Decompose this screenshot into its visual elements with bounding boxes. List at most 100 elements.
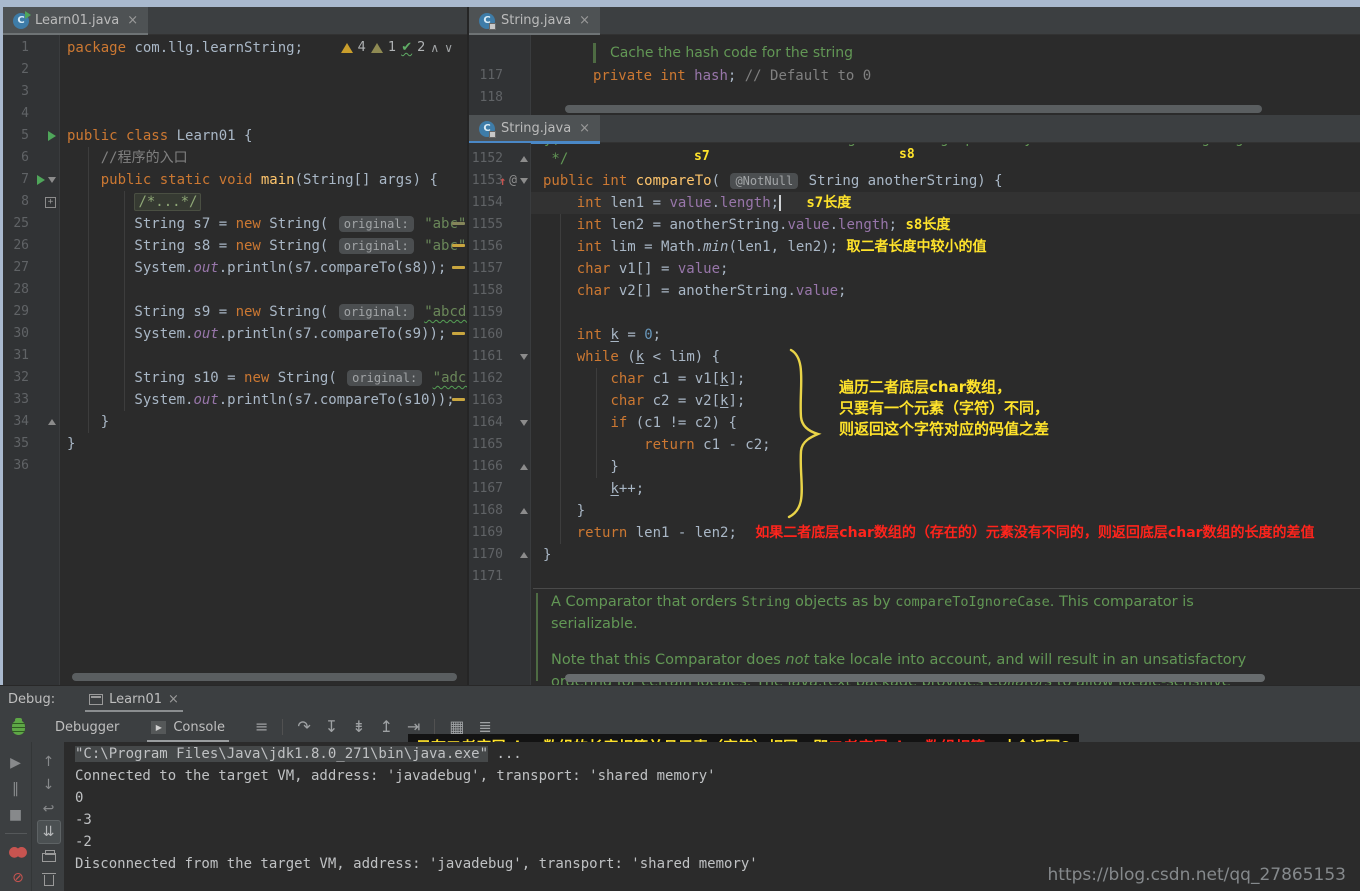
gutter-icons [33, 81, 59, 103]
code-line[interactable]: 32 String s10 = new String( original: "a… [3, 367, 467, 389]
fold-collapse-icon[interactable] [48, 177, 56, 183]
code-line[interactable]: 7 public static void main(String[] args)… [3, 169, 467, 191]
code-line[interactable]: 1167 k++; [469, 478, 1360, 500]
tab-label: Learn01.java [35, 13, 119, 28]
force-step-into-icon[interactable]: ⇟ [352, 719, 365, 735]
scroll-to-end-icon[interactable]: ⇊ [37, 820, 61, 844]
evaluate-expression-icon[interactable]: ▦ [449, 719, 464, 735]
down-stack-icon[interactable]: ↓ [37, 773, 61, 796]
editor-learn01[interactable]: Learn01.java × 1package com.llg.learnStr… [3, 7, 469, 685]
fold-collapse-icon[interactable] [520, 420, 528, 426]
close-icon[interactable]: × [579, 13, 590, 28]
code-line[interactable]: 2 [3, 59, 467, 81]
fold-end-icon[interactable] [520, 464, 528, 470]
code-line[interactable]: 5public class Learn01 { [3, 125, 467, 147]
tab-debugger[interactable]: Debugger [47, 720, 127, 735]
code-line[interactable]: 1153↑@public int compareTo( @NotNull Str… [469, 170, 1360, 192]
code-line[interactable]: 4 [3, 103, 467, 125]
code-line[interactable]: 25 String s7 = new String( original: "ab… [3, 213, 467, 235]
view-breakpoints-icon[interactable]: ●● [4, 839, 28, 865]
run-icon[interactable] [37, 175, 45, 185]
code-line[interactable]: 6 //程序的入口 [3, 147, 467, 169]
editor-string-compareto[interactable]: String.java × y, a value less than 0 if … [469, 115, 1360, 685]
show-execution-point-icon[interactable]: ▶ [4, 750, 28, 776]
code-line[interactable]: 3 [3, 81, 467, 103]
code-line[interactable]: 1166 } [469, 456, 1360, 478]
right-top-tabbar: String.java × [469, 7, 1360, 35]
step-out-icon[interactable]: ↥ [380, 719, 393, 735]
debug-tool-window: Debug: Learn01 × Debugger ▶ Console ≡↷↧⇟… [0, 685, 1360, 891]
next-issue-icon[interactable]: ∨ [444, 41, 453, 55]
code-line[interactable]: 1169 return len1 - len2; 如果二者底层char数组的（存… [469, 522, 1360, 544]
code-line[interactable]: 33 System.out.println(s7.compareTo(s10))… [3, 389, 467, 411]
code-line[interactable]: 1170} [469, 544, 1360, 566]
soft-wrap-icon[interactable]: ↩ [37, 797, 61, 820]
tab-string-java-top[interactable]: String.java × [469, 7, 600, 34]
code-line[interactable]: 30 System.out.println(s7.compareTo(s9)); [3, 323, 467, 345]
code-text: while (k < lim) { [531, 346, 1360, 368]
gutter-icons [509, 258, 531, 280]
run-icon[interactable] [48, 131, 56, 141]
gutter-icons [33, 37, 59, 59]
code-line[interactable]: 8+ /*...*/ [3, 191, 467, 213]
code-line[interactable]: 1158 char v2[] = anotherString.value; [469, 280, 1360, 302]
fold-collapse-icon[interactable] [520, 178, 528, 184]
code-line[interactable]: 1171 [469, 566, 1360, 588]
editor-string-top[interactable]: String.java × Cache the hash code for th… [469, 7, 1360, 115]
fold-end-icon[interactable] [520, 508, 528, 514]
print-icon[interactable] [37, 844, 61, 867]
horizontal-scrollbar[interactable] [72, 673, 457, 681]
code-line[interactable]: 1155 int len2 = anotherString.value.leng… [469, 214, 1360, 236]
run-to-cursor-icon[interactable]: ⇥ [407, 719, 420, 735]
code-line[interactable]: 36 [3, 455, 467, 477]
fold-end-icon[interactable] [520, 156, 528, 162]
code-area[interactable]: 1package com.llg.learnString;2345public … [3, 37, 467, 477]
step-over-icon[interactable]: ↷ [297, 719, 310, 735]
options-menu-icon[interactable]: ≡ [255, 719, 268, 735]
pause-icon[interactable]: ‖ [4, 776, 28, 802]
code-line[interactable]: 26 String s8 = new String( original: "ab… [3, 235, 467, 257]
line-number: 1155 [469, 214, 509, 236]
fold-collapse-icon[interactable] [520, 354, 528, 360]
tab-string-java-bottom[interactable]: String.java × [469, 115, 600, 142]
close-icon[interactable]: × [579, 121, 590, 136]
debug-session-tab[interactable]: Learn01 × [83, 686, 185, 712]
prev-issue-icon[interactable]: ∧ [430, 41, 439, 55]
line-number: 25 [3, 213, 33, 235]
code-area[interactable]: 1152 */1153↑@public int compareTo( @NotN… [469, 148, 1360, 588]
close-icon[interactable]: × [127, 13, 138, 28]
trace-settings-icon[interactable]: ≣ [479, 719, 492, 735]
code-line[interactable]: 1154 int len1 = value.length; s7长度 [469, 192, 1360, 214]
code-line[interactable]: 29 String s9 = new String( original: "ab… [3, 301, 467, 323]
stop-icon[interactable]: ■ [4, 802, 28, 828]
mute-breakpoints-icon[interactable]: ⊘ [4, 865, 28, 891]
gutter-icons [509, 522, 531, 544]
code-line[interactable]: 31 [3, 345, 467, 367]
fold-end-icon[interactable] [520, 552, 528, 558]
tab-console[interactable]: ▶ Console [143, 712, 233, 742]
code-line[interactable]: 1157 char v1[] = value; [469, 258, 1360, 280]
code-line[interactable]: 117private int hash; // Default to 0 [469, 65, 1360, 87]
code-line[interactable]: 1159 [469, 302, 1360, 324]
up-stack-icon[interactable]: ↑ [37, 750, 61, 773]
code-line[interactable]: 1156 int lim = Math.min(len1, len2); 取二者… [469, 236, 1360, 258]
tab-learn01-java[interactable]: Learn01.java × [3, 7, 148, 34]
code-line[interactable]: 1161 while (k < lim) { [469, 346, 1360, 368]
horizontal-scrollbar[interactable] [565, 105, 1262, 113]
fold-expand-icon[interactable]: + [45, 197, 56, 208]
code-line[interactable]: 28 [3, 279, 467, 301]
code-line[interactable]: 1160 int k = 0; [469, 324, 1360, 346]
code-line[interactable]: 35} [3, 433, 467, 455]
clear-console-icon[interactable] [37, 868, 61, 891]
code-text: String s10 = new String( original: "adcd… [59, 367, 469, 389]
close-icon[interactable]: × [168, 692, 179, 707]
fold-end-icon[interactable] [48, 419, 56, 425]
gutter-icons [33, 279, 59, 301]
inspection-widget[interactable]: 4 1 ✔ 2 ∧ ∨ [341, 40, 453, 55]
code-area[interactable]: 117private int hash; // Default to 0118 [469, 65, 1360, 109]
horizontal-scrollbar[interactable] [565, 674, 1265, 682]
code-line[interactable]: 27 System.out.println(s7.compareTo(s8)); [3, 257, 467, 279]
code-line[interactable]: 1168 } [469, 500, 1360, 522]
code-line[interactable]: 34 } [3, 411, 467, 433]
step-into-icon[interactable]: ↧ [325, 719, 338, 735]
